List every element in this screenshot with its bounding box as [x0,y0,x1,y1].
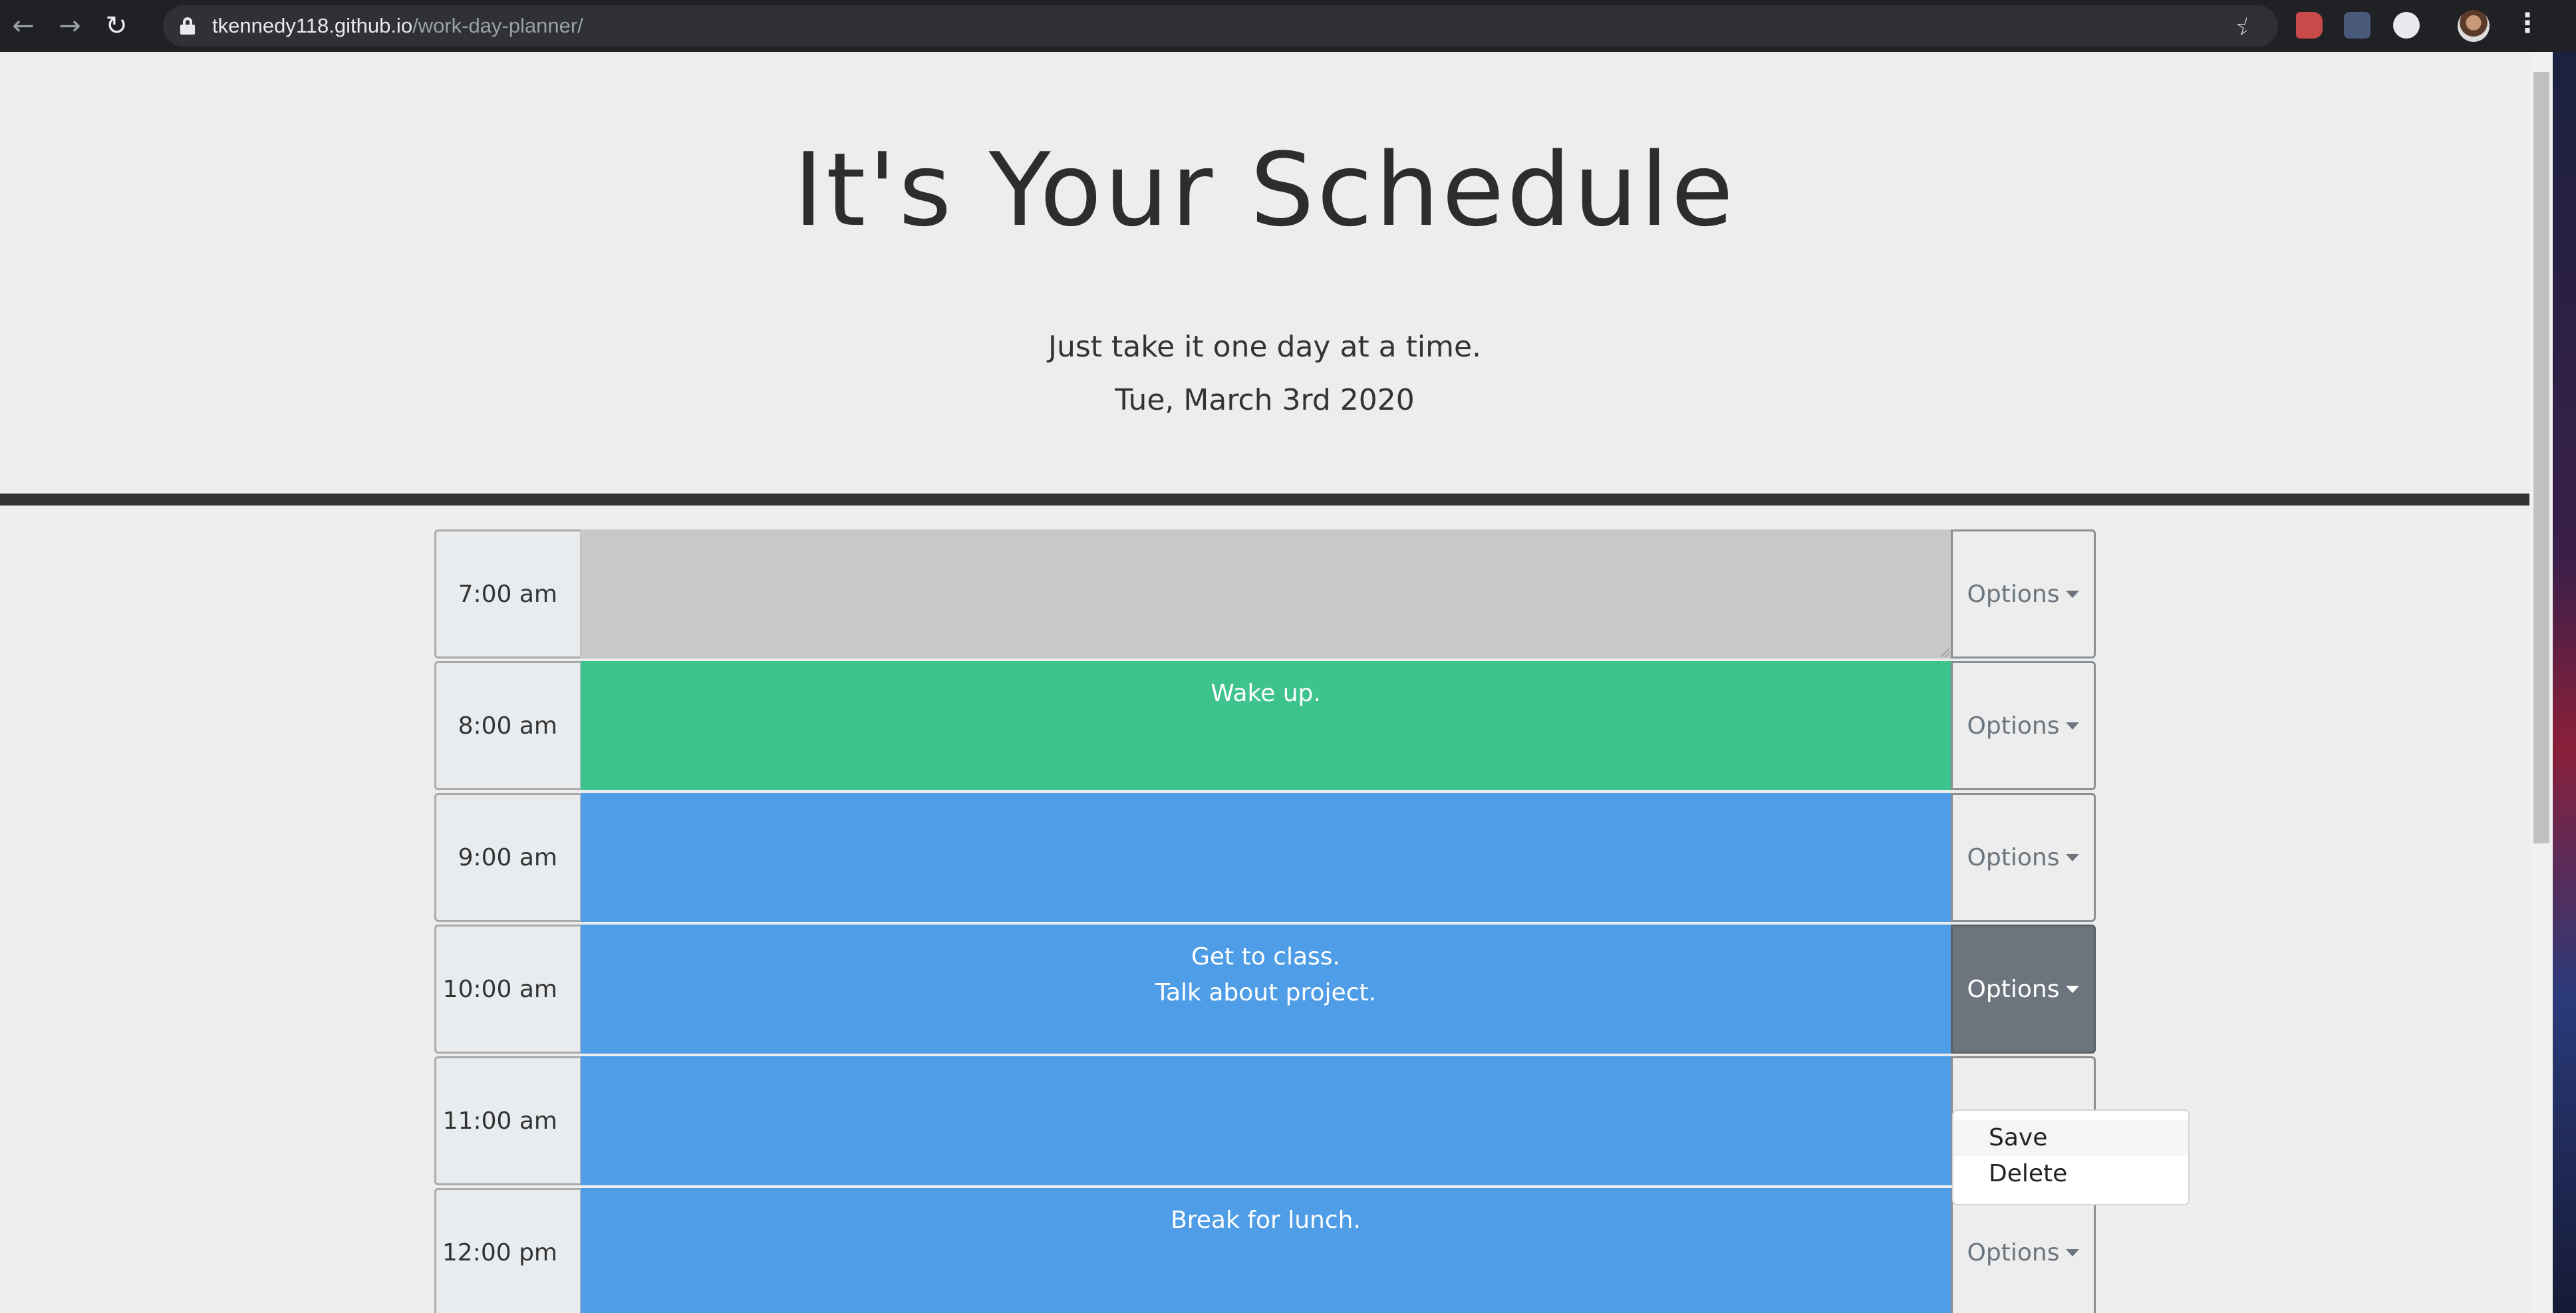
extension-icon[interactable] [2393,12,2420,39]
dropdown-item-delete[interactable]: Delete [1953,1156,2188,1192]
extension-icon[interactable] [2296,12,2323,39]
time-block-row: 11:00 amOptions [434,1056,2096,1188]
task-text-line: Break for lunch. [1171,1207,1361,1234]
options-button[interactable]: Options [1951,925,2096,1054]
url-text: tkennedy118.github.io/work-day-planner/ [212,14,583,37]
page-subtitle: Just take it one day at a time. [1048,330,1481,364]
options-label: Options [1967,843,2060,871]
current-date: Tue, March 3rd 2020 [1115,383,1415,417]
task-textarea[interactable]: Get to class. Talk about project. [581,925,1951,1054]
resize-grip-icon[interactable] [1939,647,1949,657]
page: It's Your Schedule Just take it one day … [0,52,2529,1313]
task-textarea[interactable]: Break for lunch. [581,1188,1951,1313]
hour-label: 8:00 am [434,661,581,790]
extension-icon[interactable] [2247,12,2273,39]
address-bar[interactable]: tkennedy118.github.io/work-day-planner/ … [163,5,2278,47]
options-button[interactable]: Options [1951,661,2096,790]
task-textarea[interactable] [581,793,1951,922]
caret-down-icon [2066,722,2080,730]
hour-label: 7:00 am [434,529,581,658]
desktop-background [2553,52,2576,1313]
caret-down-icon [2066,590,2080,598]
hour-label: 11:00 am [434,1056,581,1185]
time-block-row: 9:00 am Options [434,793,2096,925]
kebab-menu-icon[interactable]: ⋮ [2514,8,2541,39]
options-dropdown-menu: Save Delete [1952,1109,2190,1205]
forward-button[interactable]: → [47,0,93,52]
options-label: Options [1967,712,2060,740]
task-text-line: Get to class. [1191,943,1340,970]
hour-label: 12:00 pm [434,1188,581,1313]
extension-icon[interactable] [2344,12,2370,39]
options-label: Options [1967,1239,2060,1266]
hour-label: 10:00 am [434,925,581,1054]
arrow-right-icon: → [59,11,81,41]
time-block-row: 12:00 pm Break for lunch. Options [434,1188,2096,1313]
profile-avatar[interactable] [2458,10,2490,42]
hour-label: 9:00 am [434,793,581,922]
task-text-line: Wake up. [1211,680,1321,707]
reload-icon: ↻ [105,11,128,41]
options-label: Options [1967,580,2060,608]
reload-button[interactable]: ↻ [93,0,140,52]
scrollbar[interactable] [2529,52,2553,1313]
caret-down-icon [2066,1248,2080,1256]
back-button[interactable]: ← [0,0,47,52]
task-text-line: Talk about project. [1155,979,1377,1006]
time-block-row: 7:00 am Options [434,529,2096,661]
options-button[interactable]: Options [1951,529,2096,658]
jumbotron: It's Your Schedule Just take it one day … [0,52,2529,494]
options-button[interactable]: Options [1951,1188,2096,1313]
task-textarea[interactable] [581,1056,1951,1185]
caret-down-icon [2066,853,2080,861]
time-block-row: 10:00 am Get to class. Talk about project.… [434,925,2096,1056]
caret-down-icon [2066,985,2080,993]
task-textarea[interactable]: Wake up. [581,661,1951,790]
arrow-left-icon: ← [12,11,35,41]
dropdown-item-save[interactable]: Save [1953,1120,2188,1156]
scrollbar-thumb[interactable] [2533,72,2549,843]
lock-icon [180,17,195,35]
header-divider [0,494,2529,506]
task-textarea[interactable] [581,529,1951,658]
options-label: Options [1967,975,2060,1003]
options-button[interactable]: Options [1951,793,2096,922]
time-block-row: 8:00 am Wake up. Options [434,661,2096,793]
page-title: It's Your Schedule [793,131,1736,249]
browser-toolbar: ← → ↻ tkennedy118.github.io/work-day-pla… [0,0,2576,52]
schedule-rows: 7:00 am Options 8:00 am Wake up. Options 9:00… [434,529,2096,1313]
